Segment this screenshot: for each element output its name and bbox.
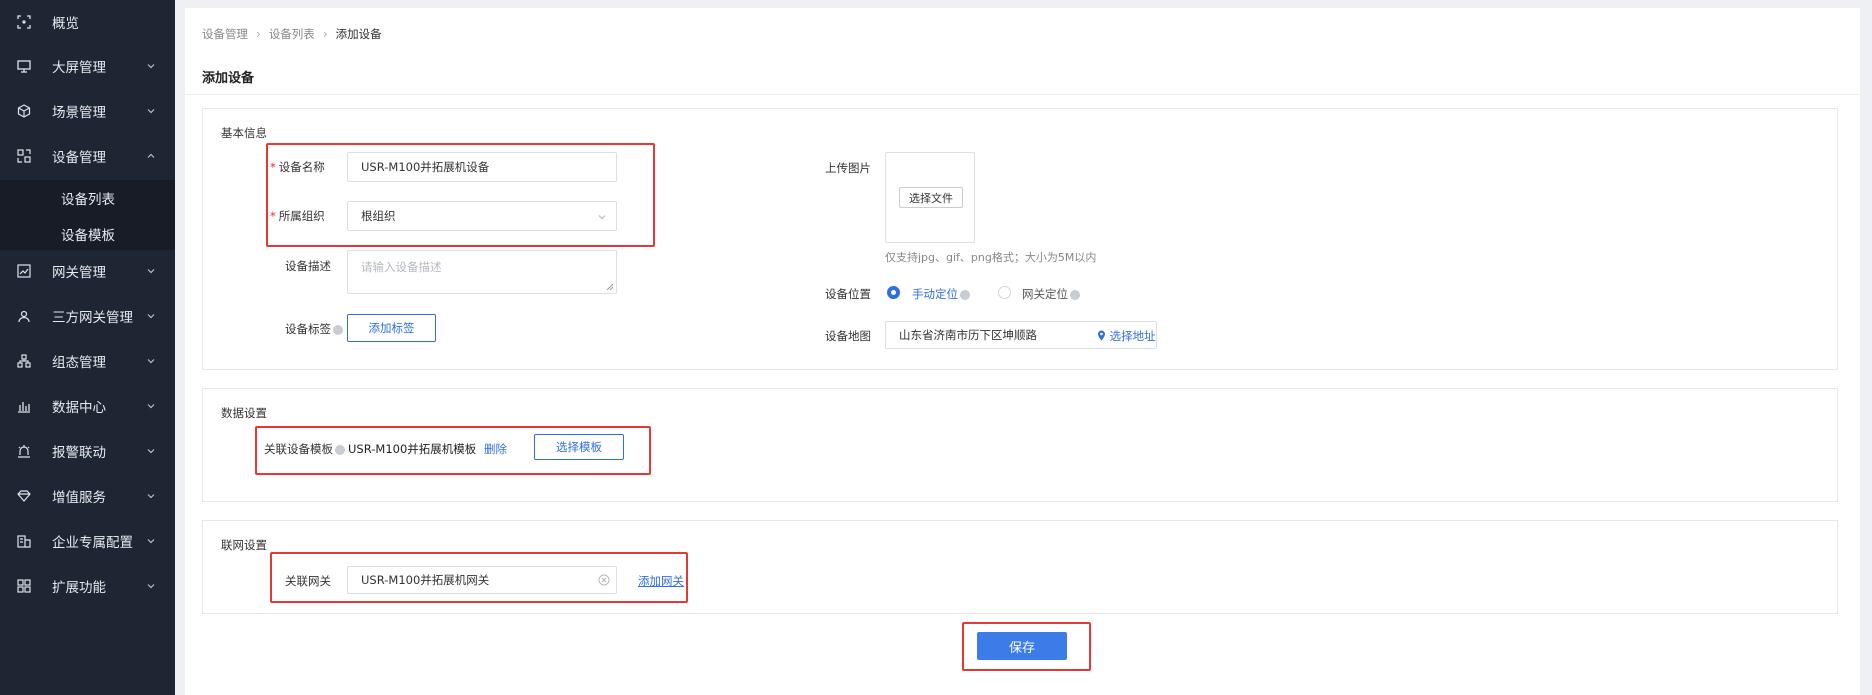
add-gateway-link[interactable]: 添加网关 xyxy=(638,573,684,589)
hierarchy-icon xyxy=(16,353,32,369)
nav-label: 大屏管理 xyxy=(52,60,106,76)
section-title: 基本信息 xyxy=(221,126,267,140)
nav-item-scene[interactable]: 场景管理 xyxy=(0,89,175,133)
chevron-down-icon xyxy=(145,580,157,592)
gateway-chart-icon xyxy=(16,263,32,279)
page-scrollbar[interactable] xyxy=(1862,0,1872,695)
nav-label: 三方网关管理 xyxy=(52,310,133,326)
chevron-right-icon: › xyxy=(256,27,261,41)
apps-icon xyxy=(16,578,32,594)
nav-label: 场景管理 xyxy=(52,105,106,121)
nav-item-config[interactable]: 组态管理 xyxy=(0,339,175,383)
page-title: 添加设备 xyxy=(202,71,255,86)
chevron-down-icon xyxy=(596,211,608,226)
select-template-button[interactable]: 选择模板 xyxy=(534,434,624,460)
chevron-down-icon xyxy=(145,445,157,457)
nav-label: 扩展功能 xyxy=(52,580,106,596)
device-location-label: 设备位置 xyxy=(825,287,871,301)
device-desc-label: 设备描述 xyxy=(285,259,331,273)
gateway-select[interactable]: USR-M100并拓展机网关 xyxy=(347,566,617,594)
chevron-down-icon xyxy=(145,60,157,72)
chevron-down-icon xyxy=(145,400,157,412)
device-name-input[interactable]: USR-M100并拓展机设备 xyxy=(347,152,617,182)
chevron-down-icon xyxy=(145,490,157,502)
chevron-up-icon xyxy=(145,150,157,162)
bar-chart-icon xyxy=(16,398,32,414)
nav-item-third-party[interactable]: 三方网关管理 xyxy=(0,294,175,338)
breadcrumb-item-device-list[interactable]: 设备列表 xyxy=(269,26,315,42)
device-name-label: * 设备名称 xyxy=(270,160,325,174)
divider xyxy=(185,94,1860,95)
nav-item-enterprise[interactable]: 企业专属配置 xyxy=(0,519,175,563)
device-desc-textarea[interactable]: 请输入设备描述 xyxy=(347,250,617,294)
nav-item-value-added[interactable]: 增值服务 xyxy=(0,474,175,518)
device-grid-icon xyxy=(16,148,32,164)
nav-label: 组态管理 xyxy=(52,355,106,371)
section-title: 联网设置 xyxy=(221,538,267,552)
organization-select[interactable]: 根组织 xyxy=(347,201,617,231)
breadcrumb-item-current: 添加设备 xyxy=(335,27,382,41)
nav-label: 网关管理 xyxy=(52,265,106,281)
cube-icon xyxy=(16,103,32,119)
manual-location-option[interactable]: 手动定位 xyxy=(912,286,970,302)
nav-label: 报警联动 xyxy=(52,445,106,461)
nav-item-screen[interactable]: 大屏管理 xyxy=(0,44,175,88)
nav-item-overview[interactable]: 概览 xyxy=(0,0,175,44)
upload-hint: 仅支持jpg、gif、png格式；大小为5M以内 xyxy=(885,251,1097,264)
select-address-link[interactable]: 选择地址 xyxy=(1097,328,1156,344)
add-tag-button[interactable]: 添加标签 xyxy=(347,314,436,342)
section-title: 数据设置 xyxy=(221,406,267,420)
organization-label: * 所属组织 xyxy=(270,209,325,223)
third-party-icon xyxy=(16,308,32,324)
monitor-icon xyxy=(16,58,32,74)
nav-label: 数据中心 xyxy=(52,400,106,416)
chevron-right-icon: › xyxy=(322,27,328,41)
nav-item-data-center[interactable]: 数据中心 xyxy=(0,384,175,428)
submenu-item-device-template[interactable]: 设备模板 xyxy=(0,216,175,252)
nav-item-device[interactable]: 设备管理 xyxy=(0,134,175,178)
chevron-down-icon xyxy=(145,105,157,117)
nav-label: 设备管理 xyxy=(52,150,106,166)
template-value: USR-M100并拓展机模板 xyxy=(348,442,477,456)
resize-grip-icon[interactable] xyxy=(606,283,614,291)
location-pin-icon xyxy=(1098,330,1105,341)
nav-label: 企业专属配置 xyxy=(52,535,133,551)
gateway-label: 关联网关 xyxy=(285,574,331,588)
save-button[interactable]: 保存 xyxy=(977,632,1067,660)
help-icon[interactable] xyxy=(960,289,970,300)
breadcrumb-item-device-management[interactable]: 设备管理 xyxy=(202,26,248,42)
enterprise-icon xyxy=(16,533,32,549)
device-tag-label: 设备标签 xyxy=(285,321,343,337)
diamond-icon xyxy=(16,488,32,504)
gateway-location-radio[interactable] xyxy=(998,286,1011,299)
nav-item-gateway[interactable]: 网关管理 xyxy=(0,249,175,293)
chevron-down-icon xyxy=(145,310,157,322)
gateway-location-option[interactable]: 网关定位 xyxy=(1022,286,1080,302)
device-submenu: 设备列表 设备模板 xyxy=(0,180,175,250)
alarm-icon xyxy=(16,443,32,459)
upload-image-label: 上传图片 xyxy=(825,161,871,175)
breadcrumb: 设备管理 › 设备列表 › 添加设备 xyxy=(202,26,382,42)
chevron-down-icon xyxy=(145,265,157,277)
chevron-down-icon xyxy=(145,535,157,547)
help-icon[interactable] xyxy=(335,444,345,455)
help-icon[interactable] xyxy=(1070,289,1080,300)
nav-label: 增值服务 xyxy=(52,490,106,506)
nav-item-alarm[interactable]: 报警联动 xyxy=(0,429,175,473)
chevron-down-icon xyxy=(145,355,157,367)
help-icon[interactable] xyxy=(333,324,343,335)
clear-circle-icon[interactable] xyxy=(598,574,610,589)
manual-location-radio[interactable] xyxy=(887,286,900,299)
template-label: 关联设备模板 xyxy=(264,441,345,457)
sidebar: 概览 大屏管理 场景管理 设备管理 设备列表 设备模板 网关管理 三方网关管理 … xyxy=(0,0,175,695)
nav-label: 概览 xyxy=(52,16,79,32)
nav-item-extensions[interactable]: 扩展功能 xyxy=(0,564,175,608)
delete-template-link[interactable]: 删除 xyxy=(484,441,507,457)
submenu-item-device-list[interactable]: 设备列表 xyxy=(0,180,175,216)
choose-file-button[interactable]: 选择文件 xyxy=(899,187,963,208)
overview-icon xyxy=(16,14,32,30)
device-map-label: 设备地图 xyxy=(825,329,871,343)
